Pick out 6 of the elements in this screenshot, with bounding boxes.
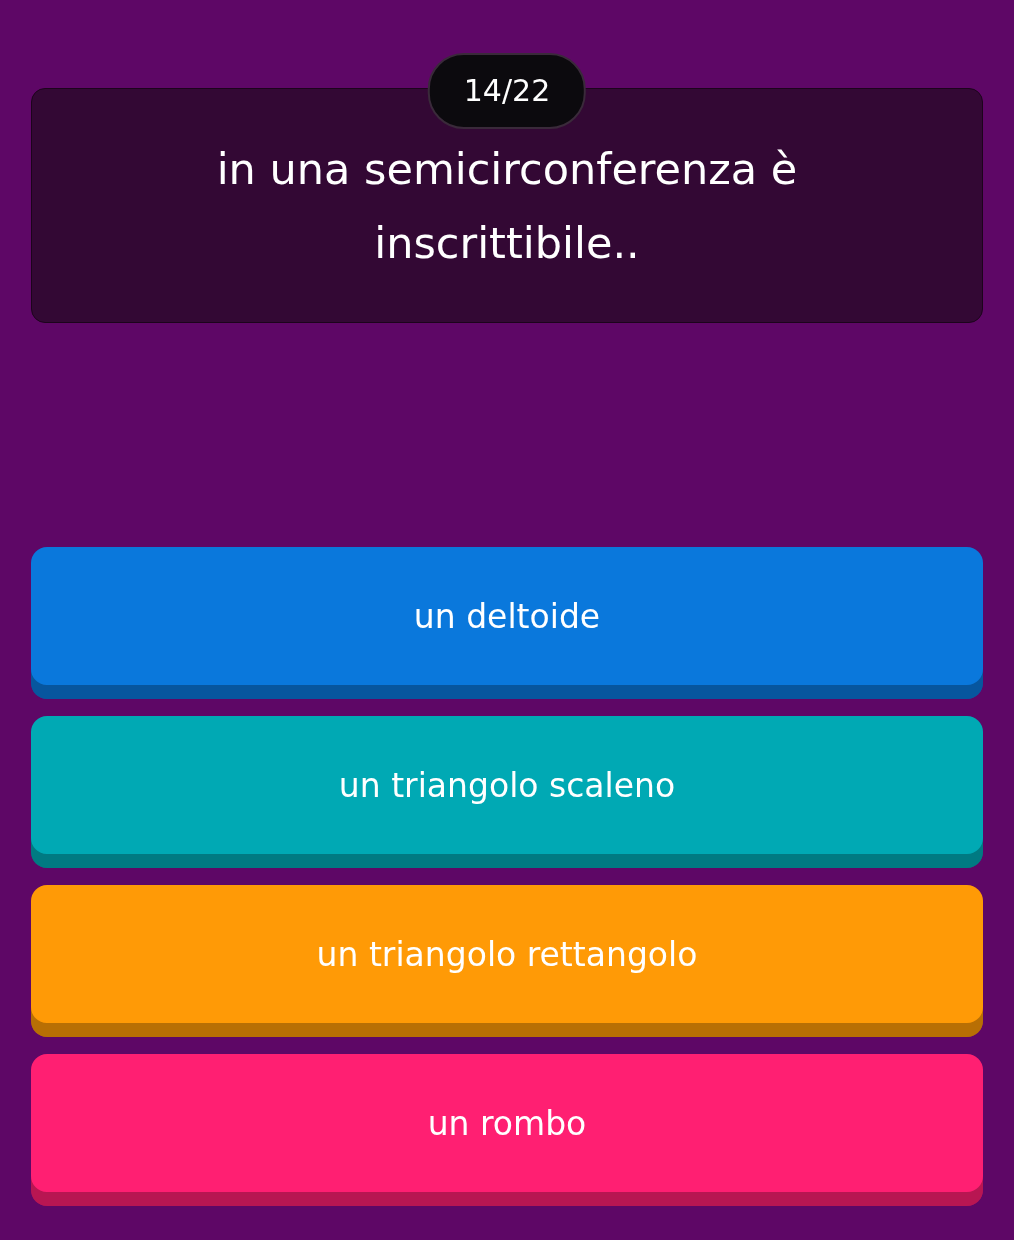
answer-button[interactable]: un deltoide	[31, 547, 983, 699]
answer-button[interactable]: un triangolo rettangolo	[31, 885, 983, 1037]
question-text: in una semicirconferenza è inscrittibile..	[215, 142, 799, 270]
answer-button[interactable]: un triangolo scaleno	[31, 716, 983, 868]
answer-button[interactable]: un rombo	[31, 1054, 983, 1206]
question-counter: 14/22	[427, 53, 587, 129]
